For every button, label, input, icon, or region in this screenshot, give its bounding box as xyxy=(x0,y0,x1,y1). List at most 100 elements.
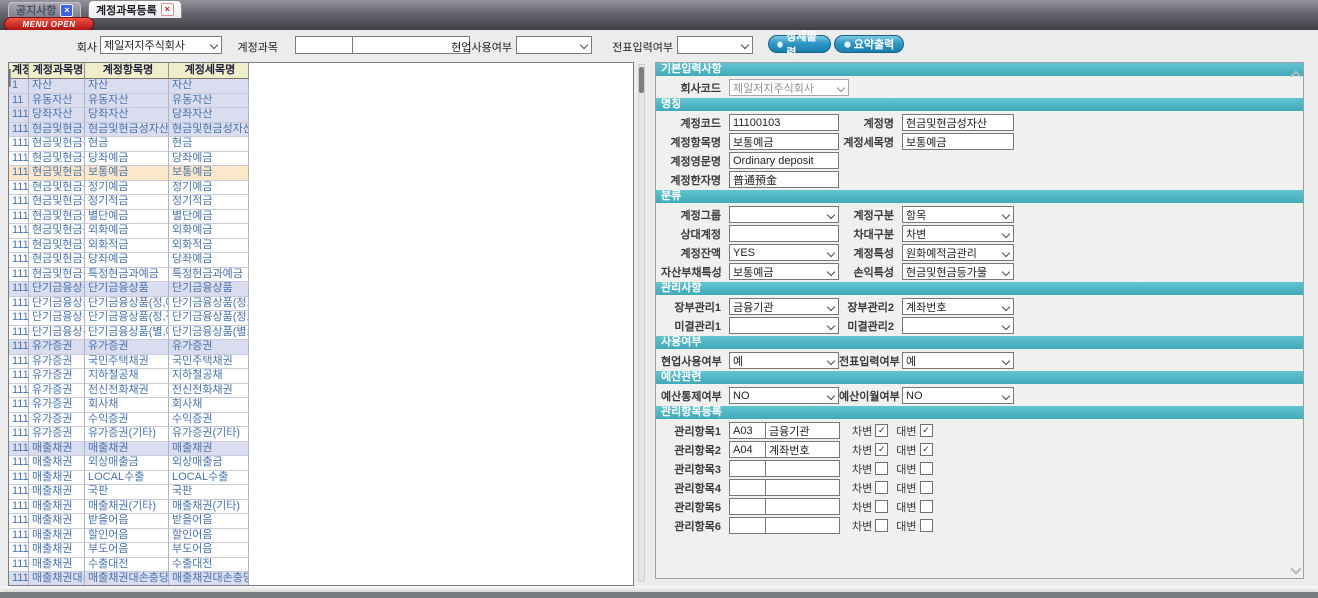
table-row[interactable]: 11100200단기금융상품단기금융상품단기금융상품 xyxy=(9,282,633,297)
mgmt-item-code-input[interactable] xyxy=(729,517,765,534)
mgmt-item-name-input[interactable] xyxy=(765,441,840,458)
table-row[interactable]: 11100104현금및현금성자산정기예금정기예금 xyxy=(9,181,633,196)
close-icon[interactable]: × xyxy=(60,4,73,17)
asset-liability-trait-select[interactable]: 보통예금 xyxy=(729,263,839,280)
table-row[interactable]: 11100414매출채권국판국판 xyxy=(9,485,633,500)
mgmt-item-name-input[interactable] xyxy=(765,460,840,477)
debit-credit-division-select[interactable]: 차변 xyxy=(902,225,1014,242)
table-row[interactable]: 11100203단기금융상품단기금융상품(별,예)단기금융상품(별,예) xyxy=(9,326,633,341)
table-row[interactable]: 11100400매출채권매출채권매출채권 xyxy=(9,442,633,457)
column-header-detail[interactable]: 계정세목명 xyxy=(169,63,249,79)
detail-print-button[interactable]: 상세출력 xyxy=(768,35,831,53)
account-code-input[interactable] xyxy=(729,114,839,131)
table-row[interactable]: 11100107현금및현금성자산외화예금외화예금 xyxy=(9,224,633,239)
open-mgmt1-select[interactable] xyxy=(729,317,839,334)
mgmt-item-code-input[interactable] xyxy=(729,422,765,439)
table-row[interactable]: 11100304유가증권전신전화채권전신전화채권 xyxy=(9,384,633,399)
account-trait-select[interactable]: 원화예적금관리 xyxy=(902,244,1014,261)
column-header-code[interactable]: 계정코드 xyxy=(9,63,29,79)
table-row[interactable]: 11100430매출채권부도어음부도어음 xyxy=(9,543,633,558)
profit-loss-trait-select[interactable]: 현금및현금등가물 xyxy=(902,263,1014,280)
open-mgmt2-select[interactable] xyxy=(902,317,1014,334)
mgmt-item-name-input[interactable] xyxy=(765,498,840,515)
table-row[interactable]: 11100105현금및현금성자산정기적금정기적금 xyxy=(9,195,633,210)
summary-print-button[interactable]: 요약출력 xyxy=(834,35,904,53)
account-balance-select[interactable]: YES xyxy=(729,244,839,261)
counter-account-input[interactable] xyxy=(729,225,839,242)
table-row[interactable]: 11100301유가증권국민주택채권국민주택채권 xyxy=(9,355,633,370)
credit-checkbox[interactable] xyxy=(920,462,933,475)
credit-checkbox[interactable] xyxy=(920,519,933,532)
debit-checkbox[interactable]: ✓ xyxy=(875,443,888,456)
table-row[interactable]: 11100309유가증권유가증권(기타)유가증권(기타) xyxy=(9,427,633,442)
column-header-item[interactable]: 계정항목명 xyxy=(85,63,169,79)
table-row[interactable]: 11100106현금및현금성자산별단예금별단예금 xyxy=(9,210,633,225)
table-row[interactable]: 11100422매출채권할인어음할인어음 xyxy=(9,529,633,544)
mgmt-item-name-input[interactable] xyxy=(765,422,840,439)
mgmt-item-code-input[interactable] xyxy=(729,460,765,477)
credit-checkbox[interactable] xyxy=(920,481,933,494)
table-row[interactable]: 11100419매출채권매출채권(기타)매출채권(기타) xyxy=(9,500,633,515)
table-row[interactable]: 11100109현금및현금성자산외화적금외화적금 xyxy=(9,239,633,254)
field-use-select[interactable] xyxy=(516,36,592,54)
debit-checkbox[interactable] xyxy=(875,481,888,494)
table-row[interactable]: 11100412매출채권LOCAL수출LOCAL수출 xyxy=(9,471,633,486)
table-row[interactable]: 11100500매출채권대손충당금매출채권대손충당금매출채권대손충당금 xyxy=(9,572,633,586)
budget-carryover-select[interactable]: NO xyxy=(902,387,1014,404)
close-icon[interactable]: × xyxy=(161,3,174,16)
credit-checkbox[interactable]: ✓ xyxy=(920,424,933,437)
account-hanja-input[interactable] xyxy=(729,171,839,188)
table-row[interactable]: 11100110현금및현금성자산당좌예금당좌예금 xyxy=(9,253,633,268)
table-row[interactable]: 11100201단기금융상품단기금융상품(정,예)단기금융상품(정,예) xyxy=(9,297,633,312)
scroll-up-icon[interactable] xyxy=(1291,69,1300,78)
slip-input-use-select[interactable]: 예 xyxy=(902,352,1014,369)
mgmt-item-name-input[interactable] xyxy=(765,479,840,496)
account-detail-input[interactable] xyxy=(902,133,1014,150)
mgmt-item-code-input[interactable] xyxy=(729,441,765,458)
scroll-down-icon[interactable] xyxy=(1291,565,1300,574)
company-select[interactable]: 제일저지주식회사 xyxy=(100,36,222,54)
table-row[interactable]: 11100305유가증권회사채회사채 xyxy=(9,398,633,413)
account-group-select[interactable] xyxy=(729,206,839,223)
column-header-subject[interactable]: 계정과목명 xyxy=(29,63,85,79)
table-row[interactable]: 11100111현금및현금성자산특정현금과예금특정현금과예금 xyxy=(9,268,633,283)
menu-open-button[interactable]: MENU OPEN xyxy=(4,17,94,31)
mgmt-item-name-input[interactable] xyxy=(765,517,840,534)
slip-input-select[interactable] xyxy=(677,36,753,54)
credit-checkbox[interactable]: ✓ xyxy=(920,443,933,456)
table-scrollbar[interactable] xyxy=(638,64,645,582)
account-division-select[interactable]: 항목 xyxy=(902,206,1014,223)
debit-checkbox[interactable] xyxy=(875,500,888,513)
account-english-input[interactable] xyxy=(729,152,839,169)
mgmt-item-code-input[interactable] xyxy=(729,498,765,515)
table-row[interactable]: 11100300유가증권유가증권유가증권 xyxy=(9,340,633,355)
company-code-select[interactable]: 제일저지주식회사 xyxy=(729,79,849,96)
account-code-from-input[interactable] xyxy=(295,36,353,54)
table-row[interactable]: 11100202단기금융상품단기금융상품(정,적)단기금융상품(정,적) xyxy=(9,311,633,326)
field-use-select[interactable]: 예 xyxy=(729,352,839,369)
table-row[interactable]: 11100306유가증권수익증권수익증권 xyxy=(9,413,633,428)
book-mgmt1-select[interactable]: 금융기관 xyxy=(729,298,839,315)
table-row[interactable]: 11100302유가증권지하철공채지하철공채 xyxy=(9,369,633,384)
account-item-input[interactable] xyxy=(729,133,839,150)
debit-checkbox[interactable]: ✓ xyxy=(875,424,888,437)
table-row[interactable]: 11100440매출채권수출대전수출대전 xyxy=(9,558,633,573)
table-row[interactable]: 11유동자산유동자산유동자산 xyxy=(9,94,633,109)
credit-checkbox[interactable] xyxy=(920,500,933,513)
table-row[interactable]: 11100420매출채권받을어음받을어음 xyxy=(9,514,633,529)
scrollbar-thumb[interactable] xyxy=(639,67,644,93)
book-mgmt2-select[interactable]: 계좌번호 xyxy=(902,298,1014,315)
table-row[interactable]: 11100101현금및현금성자산현금현금 xyxy=(9,137,633,152)
mgmt-item-code-input[interactable] xyxy=(729,479,765,496)
debit-checkbox[interactable] xyxy=(875,462,888,475)
account-name-input[interactable] xyxy=(902,114,1014,131)
table-row[interactable]: 11100100현금및현금성자산현금및현금성자산현금및현금성자산 xyxy=(9,123,633,138)
debit-checkbox[interactable] xyxy=(875,519,888,532)
tab-account-registration[interactable]: 계정과목등록 × xyxy=(88,0,182,18)
tab-notice[interactable]: 공지사항 × xyxy=(8,2,81,17)
table-row[interactable]: 111당좌자산당좌자산당좌자산 xyxy=(9,108,633,123)
table-row[interactable]: 1자산자산자산 xyxy=(9,79,633,94)
table-row[interactable]: 11100102현금및현금성자산당좌예금당좌예금 xyxy=(9,152,633,167)
budget-control-select[interactable]: NO xyxy=(729,387,839,404)
table-row[interactable]: 11100410매출채권외상매출금외상매출금 xyxy=(9,456,633,471)
